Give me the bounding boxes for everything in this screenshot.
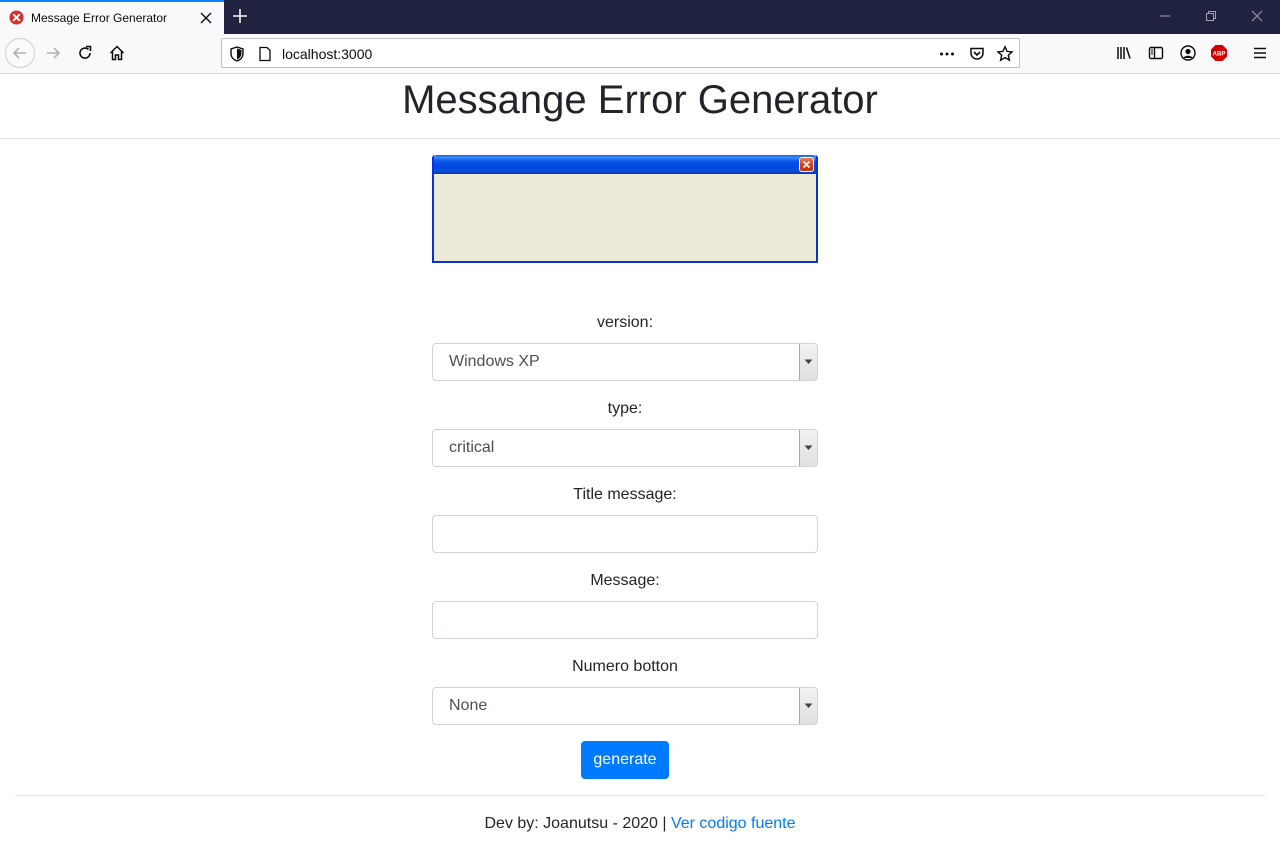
pocket-icon[interactable] [968,45,986,63]
type-select-value: critical [449,439,495,456]
url-text[interactable]: localhost:3000 [282,46,372,62]
version-select[interactable]: Windows XP [432,343,818,381]
footer-credit: Dev by: Joanutsu - 2020 | [484,815,667,832]
forward-icon [47,47,61,59]
window-close-icon[interactable] [1250,9,1264,23]
reload-icon [79,45,92,59]
type-select[interactable]: critical [432,429,818,467]
button-count-select[interactable]: None [432,687,818,725]
chevron-down-icon[interactable] [799,688,817,724]
plus-icon[interactable] [231,7,249,25]
adblock-icon[interactable]: ABP [1210,44,1228,62]
title-divider [0,138,1280,139]
message-label: Message: [590,572,660,589]
home-icon [109,45,125,61]
browser-tab[interactable]: Message Error Generator [0,0,224,34]
adblock-label: ABP [1213,52,1226,58]
footer-divider [15,795,1265,796]
navigation-toolbar: localhost:3000 ABP [0,34,1280,74]
reload-button[interactable] [74,42,96,64]
forward-button[interactable] [42,42,64,64]
back-button[interactable] [5,38,35,68]
back-icon [12,47,26,59]
error-preview-window [432,155,818,263]
library-icon[interactable] [1115,44,1133,62]
account-icon[interactable] [1179,44,1197,62]
shield-icon[interactable] [228,45,246,63]
sidebar-icon[interactable] [1147,44,1165,62]
button-count-label: Numero botton [572,658,678,675]
home-button[interactable] [106,42,128,64]
button-count-select-value: None [449,697,488,714]
tab-bar: Message Error Generator [0,0,1280,34]
title-message-input[interactable] [432,515,818,553]
menu-icon[interactable] [1251,44,1269,62]
title-message-label: Title message: [573,486,677,503]
minimize-icon[interactable] [1158,9,1172,23]
restore-icon[interactable] [1204,9,1218,23]
tab-title: Message Error Generator [31,11,168,25]
version-label: version: [596,314,654,331]
more-icon[interactable] [938,45,956,63]
error-favicon-icon [9,10,24,25]
version-select-value: Windows XP [449,353,540,370]
message-input[interactable] [432,601,818,639]
generate-button[interactable]: generate [581,741,669,779]
page-icon [259,46,271,62]
chevron-down-icon[interactable] [799,430,817,466]
bookmark-star-icon[interactable] [996,45,1014,63]
chevron-down-icon[interactable] [799,344,817,380]
type-label: type: [607,400,643,417]
page-title: Messange Error Generator [402,78,878,122]
footer: Dev by: Joanutsu - 2020 | Ver codigo fue… [0,815,1280,833]
preview-close-icon [799,157,814,172]
source-code-link[interactable]: Ver codigo fuente [671,815,796,832]
preview-titlebar [434,155,816,174]
close-icon[interactable] [199,11,213,25]
url-bar[interactable]: localhost:3000 [221,38,1020,68]
